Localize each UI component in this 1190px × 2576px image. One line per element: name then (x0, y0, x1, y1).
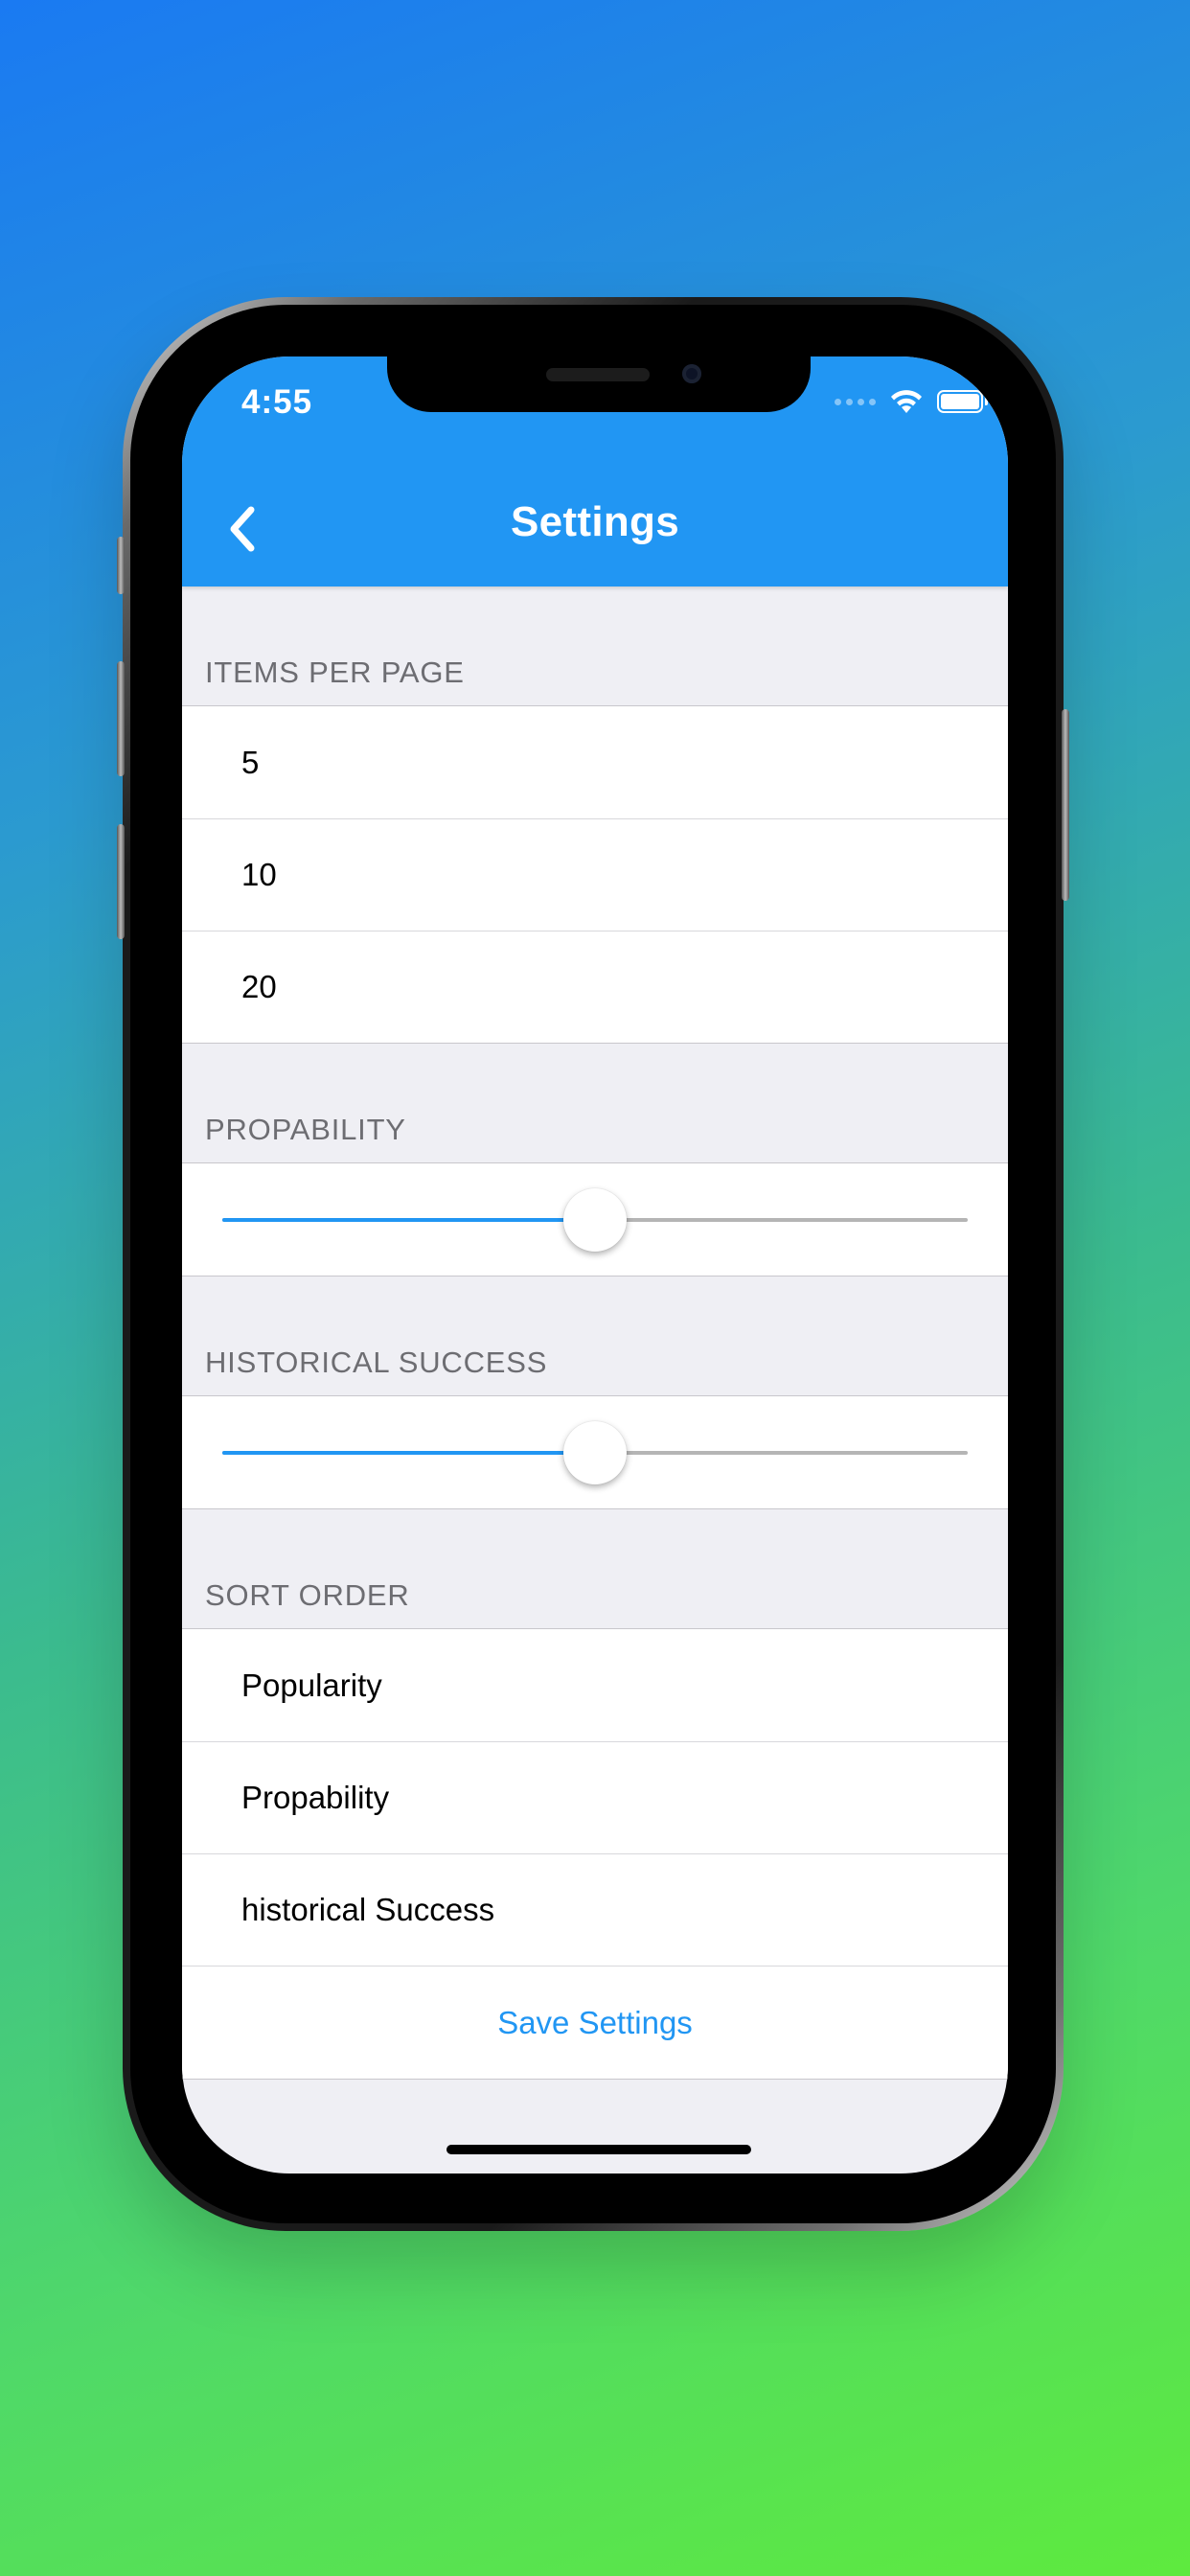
section-header-probability: PROPABILITY (205, 1113, 406, 1146)
page-title: Settings (511, 498, 679, 545)
slider-track[interactable] (222, 1421, 968, 1484)
notch (387, 356, 811, 412)
settings-list: ITEMS PER PAGE 5 10 20 PROPABILITY HISTO… (182, 586, 1008, 2080)
probability-slider[interactable] (182, 1163, 1008, 1276)
slider-track[interactable] (222, 1188, 968, 1252)
section-header-historical-success: HISTORICAL SUCCESS (205, 1346, 548, 1379)
sort-order-group: Popularity Propability historical Succes… (182, 1628, 1008, 2080)
option-label: historical Success (241, 1892, 495, 1927)
items-per-page-option-10[interactable]: 10 (182, 818, 1008, 931)
sort-option-popularity[interactable]: Popularity (182, 1629, 1008, 1741)
wifi-icon (891, 390, 922, 413)
option-label: 20 (241, 969, 277, 1004)
option-label: Propability (241, 1780, 390, 1815)
probability-group (182, 1162, 1008, 1276)
items-per-page-group: 5 10 20 (182, 705, 1008, 1044)
phone-bezel: 4:55 Settings ITEMS PER PAGE 5 10 20 PRO… (130, 305, 1056, 2223)
slider-fill (222, 1451, 595, 1455)
volume-down-button (117, 824, 125, 939)
speaker-grille (546, 368, 650, 381)
home-indicator[interactable] (446, 2145, 751, 2154)
status-icons (835, 387, 988, 416)
battery-icon (937, 390, 988, 413)
sort-option-historical-success[interactable]: historical Success (182, 1853, 1008, 1966)
save-settings-label: Save Settings (497, 2004, 693, 2040)
items-per-page-option-5[interactable]: 5 (182, 706, 1008, 818)
sort-option-probability[interactable]: Propability (182, 1741, 1008, 1853)
slider-fill (222, 1218, 595, 1222)
historical-success-slider[interactable] (182, 1396, 1008, 1508)
option-label: 10 (241, 857, 277, 892)
items-per-page-option-20[interactable]: 20 (182, 931, 1008, 1043)
section-header-items-per-page: ITEMS PER PAGE (205, 656, 465, 689)
historical-success-group (182, 1395, 1008, 1509)
option-label: Popularity (241, 1667, 382, 1703)
slider-thumb[interactable] (563, 1421, 627, 1484)
slider-thumb[interactable] (563, 1188, 627, 1252)
navigation-bar: 4:55 Settings (182, 356, 1008, 586)
silent-switch (117, 537, 125, 594)
volume-up-button (117, 661, 125, 776)
status-time: 4:55 (241, 383, 313, 421)
option-label: 5 (241, 744, 260, 780)
power-button (1062, 709, 1069, 901)
section-header-sort-order: SORT ORDER (205, 1578, 410, 1612)
front-camera (682, 364, 701, 383)
save-settings-button[interactable]: Save Settings (182, 1966, 1008, 2079)
phone-frame: 4:55 Settings ITEMS PER PAGE 5 10 20 PRO… (117, 297, 1069, 2231)
screen: 4:55 Settings ITEMS PER PAGE 5 10 20 PRO… (182, 356, 1008, 2174)
cellular-signal-icon (835, 398, 876, 405)
